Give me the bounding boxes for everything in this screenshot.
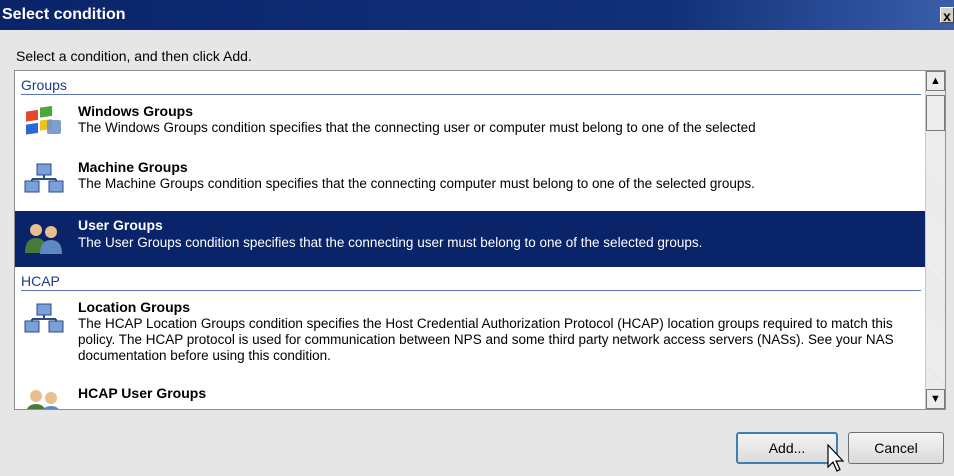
item-title: User Groups <box>78 217 163 233</box>
item-description: The HCAP Location Groups condition speci… <box>78 316 894 363</box>
item-title: HCAP User Groups <box>78 385 207 401</box>
instruction-text: Select a condition, and then click Add. <box>16 48 252 64</box>
scroll-down-button[interactable]: ▼ <box>926 389 945 409</box>
item-description: The User Groups condition specifies that… <box>78 235 703 250</box>
add-button[interactable]: Add... <box>736 432 838 464</box>
list-item-location-groups[interactable]: Location Groups The HCAP Location Groups… <box>15 295 925 377</box>
condition-list[interactable]: Groups Windows Groups The Windows Groups… <box>14 70 946 410</box>
dialog-title-bar: Select condition x <box>0 0 954 30</box>
list-item-machine-groups[interactable]: Machine Groups The Machine Groups condit… <box>15 155 925 209</box>
list-item-windows-groups[interactable]: Windows Groups The Windows Groups condit… <box>15 99 925 153</box>
user-groups-icon <box>25 224 62 254</box>
group-header-hcap: HCAP <box>21 273 921 291</box>
arrow-up-icon: ▲ <box>930 75 941 87</box>
list-item-hcap-user-groups[interactable]: HCAP User Groups <box>15 381 925 409</box>
group-header-groups: Groups <box>21 77 921 95</box>
item-title: Windows Groups <box>78 103 193 119</box>
machine-groups-icon <box>24 163 64 193</box>
item-description: The Windows Groups condition specifies t… <box>78 120 756 135</box>
item-title: Location Groups <box>78 299 190 315</box>
list-item-user-groups[interactable]: User Groups The User Groups condition sp… <box>15 211 925 267</box>
group-header-label: Groups <box>21 77 67 93</box>
dialog-title: Select condition <box>2 6 126 23</box>
scroll-up-button[interactable]: ▲ <box>926 71 945 91</box>
close-button[interactable]: x <box>940 7 954 24</box>
group-header-label: HCAP <box>21 273 60 289</box>
cancel-button[interactable]: Cancel <box>848 432 944 464</box>
windows-groups-icon <box>26 106 61 135</box>
location-groups-icon <box>24 303 64 333</box>
vertical-scrollbar[interactable]: ▲ ▼ <box>925 71 945 409</box>
item-description: The Machine Groups condition specifies t… <box>78 176 755 191</box>
mouse-pointer-icon <box>827 444 845 472</box>
condition-list-content: Groups Windows Groups The Windows Groups… <box>15 71 925 409</box>
hcap-user-groups-icon <box>27 390 59 409</box>
close-icon: x <box>943 8 951 24</box>
arrow-down-icon: ▼ <box>930 393 941 405</box>
item-title: Machine Groups <box>78 159 188 175</box>
scroll-thumb[interactable] <box>926 95 945 131</box>
